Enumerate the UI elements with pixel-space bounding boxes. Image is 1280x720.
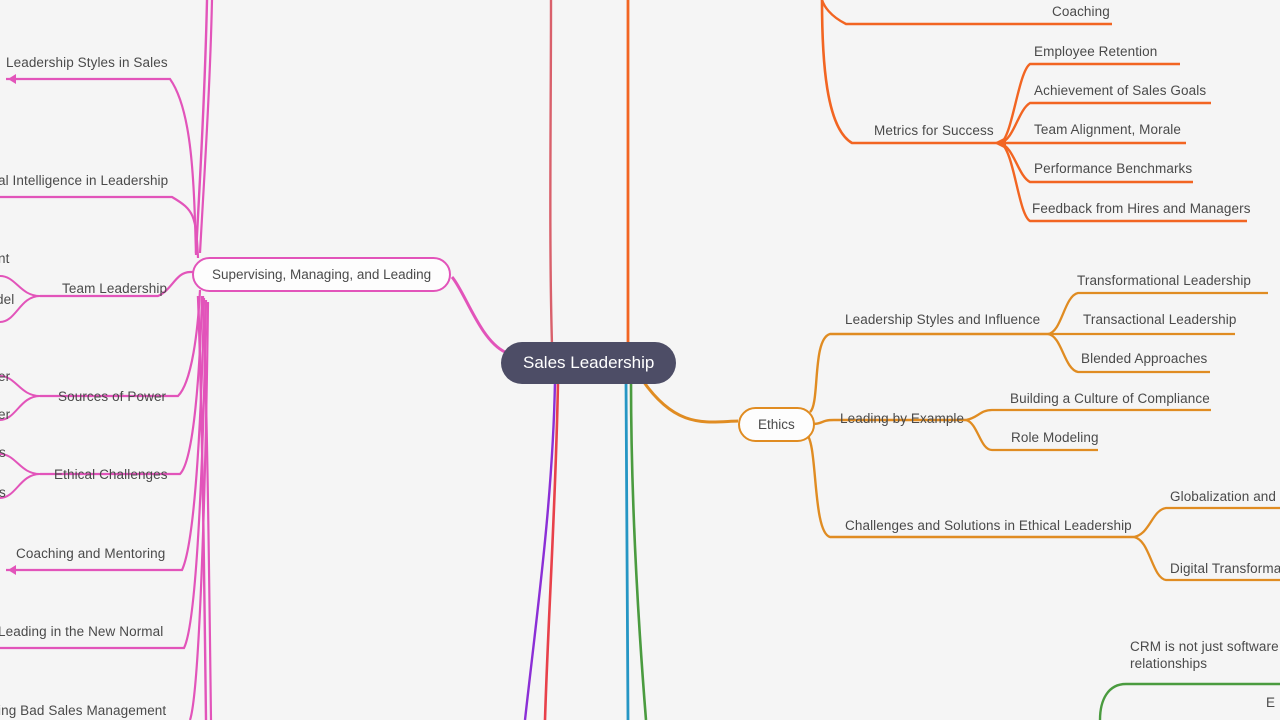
root-node[interactable]: Sales Leadership: [501, 342, 677, 384]
node-transactional-leadership[interactable]: Transactional Leadership: [1083, 311, 1237, 328]
node-building-a-culture-of-compliance[interactable]: Building a Culture of Compliance: [1010, 390, 1210, 407]
trunk-line-green-down: [629, 379, 648, 720]
node-crm-child-e[interactable]: E: [1266, 694, 1275, 711]
node-metrics-for-success[interactable]: Metrics for Success: [874, 122, 994, 139]
link-crm-branch: [1098, 682, 1280, 720]
node-emotional-intelligence-in-leadership[interactable]: al Intelligence in Leadership: [0, 172, 168, 189]
node-preventing-bad-sales-management[interactable]: ing Bad Sales Management: [0, 702, 166, 719]
mindmap-canvas[interactable]: Sales Leadership Supervising, Managing, …: [0, 0, 1280, 720]
node-leading-by-example[interactable]: Leading by Example: [840, 410, 964, 427]
node-globalization-and[interactable]: Globalization and: [1170, 488, 1276, 505]
node-team-leadership[interactable]: Team Leadership: [62, 280, 167, 297]
node-blended-approaches[interactable]: Blended Approaches: [1081, 350, 1207, 367]
node-supervising-managing-leading[interactable]: Supervising, Managing, and Leading: [192, 257, 452, 292]
arrow-leadership-styles: [8, 74, 16, 84]
link-supervising-sources-of-power: [40, 289, 202, 398]
node-leadership-styles-and-influence[interactable]: Leadership Styles and Influence: [845, 311, 1040, 328]
node-role-modeling[interactable]: Role Modeling: [1011, 429, 1099, 446]
link-cs-globalization: [1133, 506, 1280, 539]
link-lbe-compliance: [965, 408, 1211, 422]
trunk-line-blue-down: [624, 379, 630, 720]
node-challenges-and-solutions-in-ethical-leadership[interactable]: Challenges and Solutions in Ethical Lead…: [845, 517, 1132, 534]
link-supervising-emotional-intelligence: [0, 195, 200, 259]
node-leading-in-the-new-normal[interactable]: Leading in the New Normal: [0, 623, 163, 640]
link-supervising-ethical-challenges: [40, 295, 204, 476]
node-transformational-leadership[interactable]: Transformational Leadership: [1077, 272, 1251, 289]
node-leadership-styles-in-sales[interactable]: Leadership Styles in Sales: [6, 54, 168, 71]
link-root-to-supervising: [450, 276, 506, 354]
link-ethical-challenges-sub2: [0, 473, 41, 499]
node-coaching[interactable]: Coaching: [1052, 3, 1110, 20]
node-ethics[interactable]: Ethics: [738, 407, 815, 442]
node-ethical-challenges-child-2[interactable]: s: [0, 484, 6, 501]
node-feedback-from-hires-and-managers[interactable]: Feedback from Hires and Managers: [1032, 200, 1251, 217]
node-ethical-challenges-child-1[interactable]: s: [0, 444, 6, 461]
trunk-line-purple-down: [523, 379, 557, 720]
arrow-coaching-mentoring: [8, 565, 16, 575]
link-root-to-ethics: [639, 377, 739, 424]
node-team-leadership-child-2[interactable]: del: [0, 291, 14, 308]
node-crm-note[interactable]: CRM is not just software but relationshi…: [1130, 638, 1280, 672]
node-performance-benchmarks[interactable]: Performance Benchmarks: [1034, 160, 1192, 177]
node-team-leadership-child-1[interactable]: nt: [0, 250, 9, 267]
node-achievement-of-sales-goals[interactable]: Achievement of Sales Goals: [1034, 82, 1206, 99]
node-sources-of-power[interactable]: Sources of Power: [58, 388, 166, 405]
node-ethical-challenges[interactable]: Ethical Challenges: [54, 466, 168, 483]
node-coaching-and-mentoring[interactable]: Coaching and Mentoring: [16, 545, 165, 562]
link-ethical-challenges-sub1: [0, 453, 41, 475]
node-sources-of-power-child-2[interactable]: er: [0, 406, 10, 423]
node-digital-transformation[interactable]: Digital Transforma: [1170, 560, 1280, 577]
trunk-line-salmon-up: [549, 0, 554, 346]
link-supervising-leadership-styles: [6, 77, 198, 256]
node-employee-retention[interactable]: Employee Retention: [1034, 43, 1157, 60]
link-supervising-coaching-mentoring: [6, 297, 206, 572]
trunk-line-red-down: [543, 379, 560, 720]
node-sources-of-power-child-1[interactable]: er: [0, 368, 10, 385]
node-team-alignment-morale[interactable]: Team Alignment, Morale: [1034, 121, 1181, 138]
